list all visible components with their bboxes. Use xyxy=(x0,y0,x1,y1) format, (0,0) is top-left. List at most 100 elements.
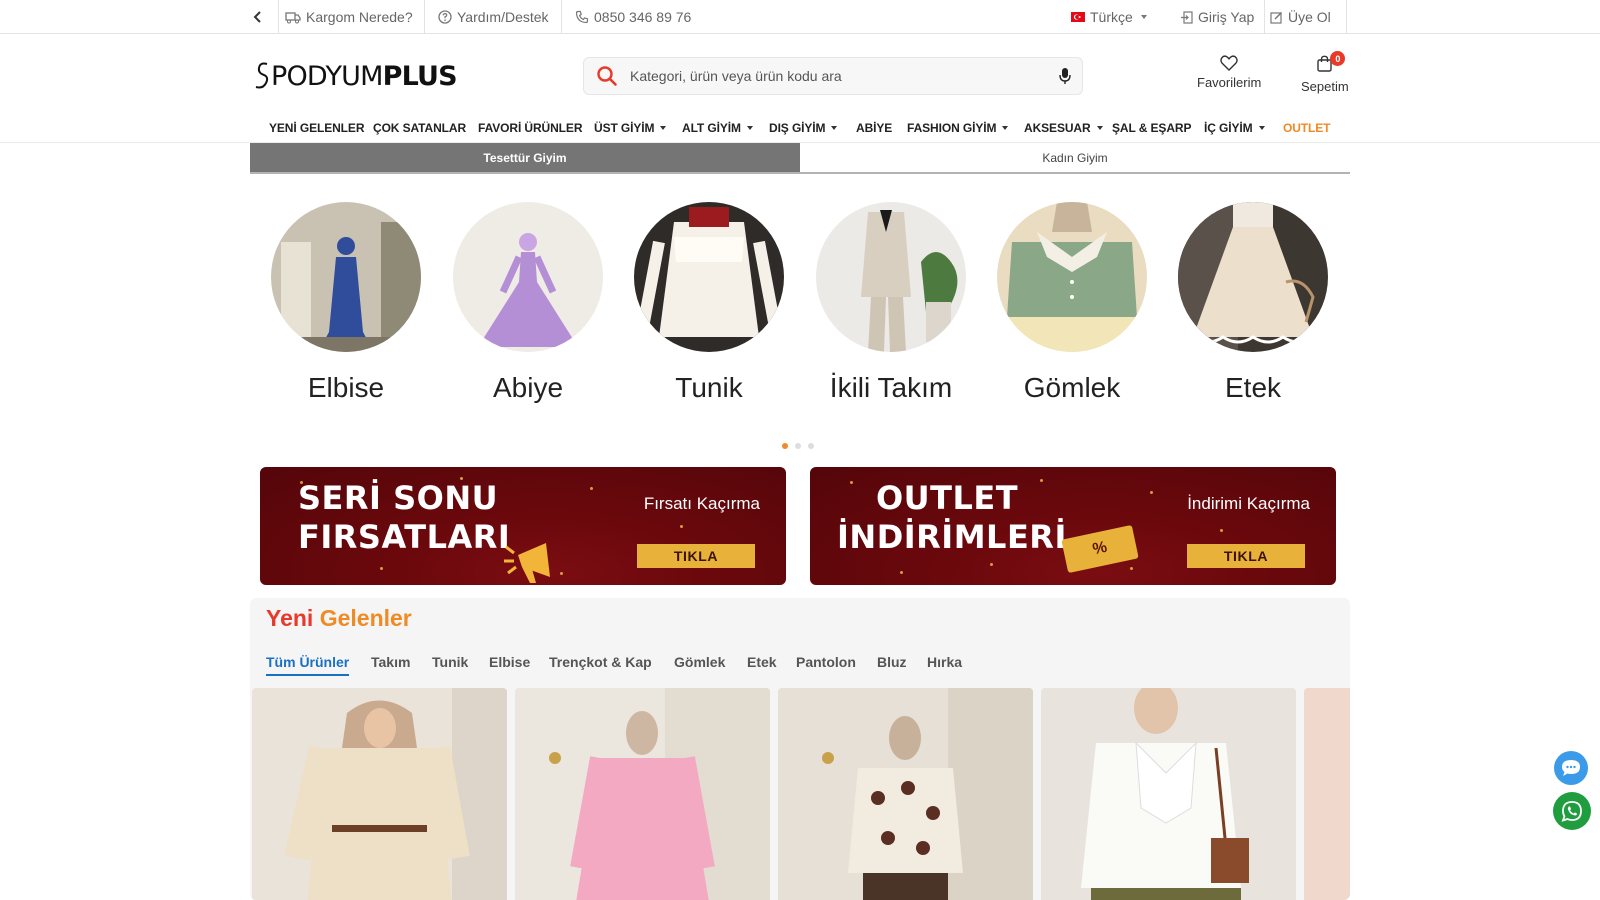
product-card[interactable] xyxy=(1304,688,1350,900)
nav-label: ABİYE xyxy=(856,121,893,135)
category-label: Etek xyxy=(1224,372,1282,403)
category-etek[interactable]: Etek xyxy=(1178,202,1328,404)
nav-item-underwear[interactable]: İÇ GİYİM xyxy=(1204,121,1265,135)
category-label: Gömlek xyxy=(1023,372,1121,403)
tab-kadin[interactable]: Kadın Giyim xyxy=(800,143,1350,172)
nav-item-bestsellers[interactable]: ÇOK SATANLAR xyxy=(373,121,466,135)
category-image xyxy=(816,202,966,352)
search-bar xyxy=(583,57,1083,95)
category-label: İkili Takım xyxy=(829,372,953,403)
banner-cta-button[interactable]: TIKLA xyxy=(1187,544,1305,568)
search-input[interactable] xyxy=(630,68,1040,84)
caret-down-icon xyxy=(1096,126,1103,130)
nav-item-new[interactable]: YENİ GELENLER xyxy=(269,121,364,135)
phone-icon xyxy=(575,10,589,24)
help-link[interactable]: Yardım/Destek xyxy=(438,0,549,34)
product-card[interactable] xyxy=(778,688,1033,900)
filter-elbise[interactable]: Elbise xyxy=(489,654,530,670)
nav-item-accessories[interactable]: AKSESUAR xyxy=(1024,121,1103,135)
product-image xyxy=(778,688,1033,900)
category-gomlek[interactable]: Gömlek xyxy=(997,202,1147,404)
search-icon[interactable] xyxy=(596,65,618,87)
login-link[interactable]: Giriş Yap xyxy=(1180,0,1254,34)
microphone-icon[interactable] xyxy=(1058,67,1072,85)
category-image xyxy=(271,202,421,352)
nav-item-favorite-products[interactable]: FAVORİ ÜRÜNLER xyxy=(478,121,582,135)
cargo-label: Kargom Nerede? xyxy=(306,9,413,25)
banner-title: OUTLET İNDİRİMLERİ xyxy=(837,479,1067,557)
filter-etek[interactable]: Etek xyxy=(747,654,777,670)
carousel-dot[interactable] xyxy=(808,443,814,449)
caret-down-icon xyxy=(1140,15,1147,19)
nav-item-fashion[interactable]: FASHION GİYİM xyxy=(907,121,1009,135)
category-label: Abiye xyxy=(492,372,564,403)
chat-button[interactable] xyxy=(1554,751,1588,785)
title-part-2: Gelenler xyxy=(319,605,412,631)
cargo-link[interactable]: Kargom Nerede? xyxy=(285,0,413,34)
nav-item-evening[interactable]: ABİYE xyxy=(856,121,892,135)
cart-button[interactable]: 0 Sepetim xyxy=(1301,51,1349,94)
gender-segment-tabs: Tesettür Giyim Kadın Giyim xyxy=(250,143,1350,174)
megaphone-icon xyxy=(504,543,550,583)
truck-icon xyxy=(285,12,301,24)
caret-down-icon xyxy=(660,126,667,130)
cart-icon-wrap: 0 xyxy=(1316,51,1346,75)
filter-tunik[interactable]: Tunik xyxy=(432,654,468,670)
favorites-button[interactable]: Favorilerim xyxy=(1197,55,1261,90)
whatsapp-button[interactable] xyxy=(1553,792,1591,830)
filter-bluz[interactable]: Bluz xyxy=(877,654,907,670)
filter-pantolon[interactable]: Pantolon xyxy=(796,654,856,670)
nav-item-tops[interactable]: ÜST GİYİM xyxy=(594,121,667,135)
caret-down-icon xyxy=(1258,126,1265,130)
filter-gomlek[interactable]: Gömlek xyxy=(674,654,725,670)
product-image xyxy=(252,688,507,900)
carousel-dot[interactable] xyxy=(795,443,801,449)
filter-takim[interactable]: Takım xyxy=(371,654,410,670)
product-card[interactable] xyxy=(1041,688,1296,900)
banner-title: SERİ SONU FIRSATLARI xyxy=(298,479,510,557)
banner-title-line1: OUTLET xyxy=(875,479,1019,517)
carousel-dot[interactable] xyxy=(782,443,788,449)
filter-hirka[interactable]: Hırka xyxy=(927,654,962,670)
title-part-1: Yeni xyxy=(266,605,314,631)
product-card[interactable] xyxy=(252,688,507,900)
product-card[interactable] xyxy=(515,688,770,900)
logo-text-plus: PLUS xyxy=(382,60,458,92)
nav-label: FASHION GİYİM xyxy=(907,121,997,135)
nav-label: YENİ GELENLER xyxy=(269,121,365,135)
banner-seri-sonu[interactable]: SERİ SONU FIRSATLARI Fırsatı Kaçırma TIK… xyxy=(260,467,786,585)
phone-link[interactable]: 0850 346 89 76 xyxy=(575,0,691,34)
nav-item-bottoms[interactable]: ALT GİYİM xyxy=(682,121,753,135)
nav-item-outlet[interactable]: OUTLET xyxy=(1283,121,1331,135)
heart-icon xyxy=(1220,55,1238,71)
tab-tesettur[interactable]: Tesettür Giyim xyxy=(250,143,800,172)
category-label: Elbise xyxy=(307,372,385,403)
caret-down-icon xyxy=(746,126,753,130)
filter-all[interactable]: Tüm Ürünler xyxy=(266,654,350,676)
banner-subtitle: Fırsatı Kaçırma xyxy=(643,494,760,513)
filter-trenckot[interactable]: Trençkot & Kap xyxy=(549,654,652,670)
nav-item-outerwear[interactable]: DIŞ GİYİM xyxy=(769,121,838,135)
banner-outlet[interactable]: OUTLET İNDİRİMLERİ % İndirimi Kaçırma TI… xyxy=(810,467,1336,585)
back-button[interactable] xyxy=(252,0,264,34)
nav-item-scarves[interactable]: ŞAL & EŞARP xyxy=(1112,121,1191,135)
site-logo[interactable]: PODYUM PLUS xyxy=(254,58,458,94)
favorites-label: Favorilerim xyxy=(1197,75,1262,90)
category-elbise[interactable]: Elbise xyxy=(271,202,421,404)
register-label: Üye Ol xyxy=(1288,9,1331,25)
price-tag-icon: % xyxy=(1061,524,1139,574)
banner-title-line2: İNDİRİMLERİ xyxy=(837,518,1067,556)
price-tag-label: % xyxy=(1091,538,1109,559)
language-label: Türkçe xyxy=(1090,9,1133,25)
banner-cta-button[interactable]: TIKLA xyxy=(637,544,755,568)
nav-label: ALT GİYİM xyxy=(682,121,741,135)
section-title: Yeni Gelenler xyxy=(266,605,412,632)
register-link[interactable]: Üye Ol xyxy=(1270,0,1331,34)
product-image xyxy=(1041,688,1296,900)
category-abiye[interactable]: Abiye xyxy=(453,202,603,404)
tab-label: Tesettür Giyim xyxy=(483,150,567,165)
category-ikili-takim[interactable]: İkili Takım xyxy=(816,202,966,404)
category-tunik[interactable]: Tunik xyxy=(634,202,784,404)
language-select[interactable]: Türkçe xyxy=(1071,0,1147,34)
carousel-pagination xyxy=(782,443,814,449)
